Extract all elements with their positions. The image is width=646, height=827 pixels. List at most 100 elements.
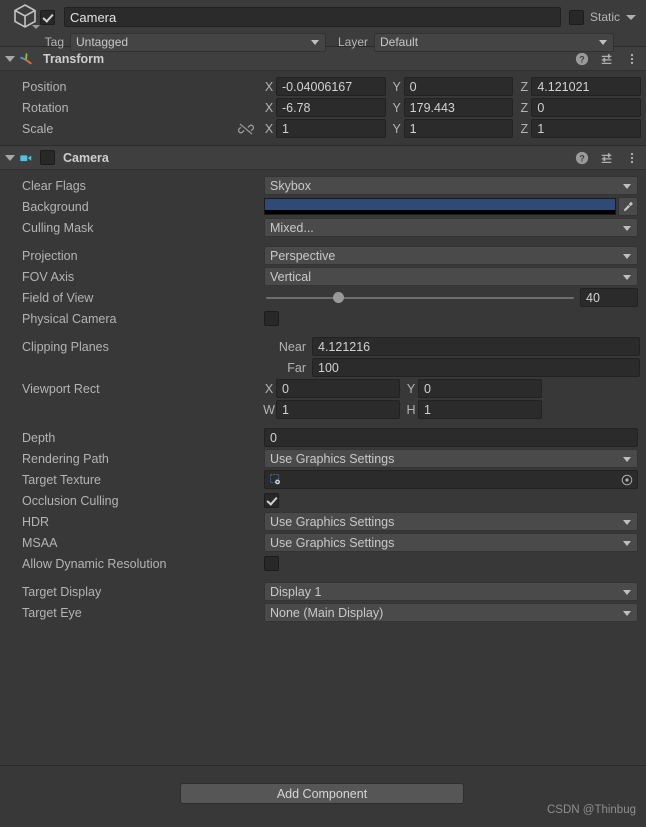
chevron-down-icon bbox=[623, 225, 631, 231]
viewport-x-value: 0 bbox=[282, 381, 289, 396]
depth-row: Depth 0 bbox=[0, 427, 646, 448]
rotation-x-input[interactable]: -6.78 bbox=[276, 98, 386, 117]
fov-axis-row: FOV Axis Vertical bbox=[0, 266, 646, 287]
near-label: Near bbox=[278, 339, 306, 354]
far-value: 100 bbox=[318, 360, 339, 375]
camera-foldout-icon[interactable] bbox=[5, 154, 15, 161]
layer-label: Layer bbox=[337, 35, 368, 49]
fov-axis-dropdown[interactable]: Vertical bbox=[264, 267, 638, 286]
tag-layer-row: Tag Untagged Layer Default bbox=[8, 32, 638, 52]
background-color-swatch[interactable] bbox=[264, 198, 616, 215]
three-dot-menu-icon[interactable] bbox=[625, 151, 639, 165]
preset-sliders-icon[interactable] bbox=[600, 151, 614, 165]
position-y-value: 0 bbox=[409, 79, 417, 94]
inspector-footer: Add Component CSDN @Thinbug bbox=[0, 765, 646, 827]
background-row: Background bbox=[0, 196, 646, 217]
target-texture-row: Target Texture bbox=[0, 469, 646, 490]
hdr-label: HDR bbox=[22, 514, 50, 529]
transform-body: Position X -0.04006167 Y 0 Z 4.121021 Ro… bbox=[0, 71, 646, 145]
allow-dynamic-resolution-label: Allow Dynamic Resolution bbox=[22, 556, 167, 571]
rendering-path-dropdown[interactable]: Use Graphics Settings bbox=[264, 449, 638, 468]
axis-x-label: X bbox=[264, 121, 274, 136]
slider-handle[interactable] bbox=[332, 292, 344, 303]
clear-flags-row: Clear Flags Skybox bbox=[0, 175, 646, 196]
target-eye-dropdown[interactable]: None (Main Display) bbox=[264, 603, 638, 622]
projection-dropdown[interactable]: Perspective bbox=[264, 246, 638, 265]
axis-z-label: Z bbox=[520, 121, 529, 136]
viewport-rect-label: Viewport Rect bbox=[22, 381, 100, 396]
rotation-x-value: -6.78 bbox=[282, 100, 311, 115]
viewport-rect-xy-row: Viewport Rect X 0 Y 0 bbox=[0, 378, 646, 399]
preset-sliders-icon[interactable] bbox=[600, 52, 614, 66]
gameobject-enabled-checkbox[interactable] bbox=[40, 9, 55, 25]
hdr-dropdown[interactable]: Use Graphics Settings bbox=[264, 512, 638, 531]
eyedropper-icon bbox=[623, 201, 633, 211]
gameobject-name-row: Camera Static bbox=[8, 4, 638, 29]
transform-gizmo-icon bbox=[20, 52, 32, 64]
eyedropper-button[interactable] bbox=[618, 197, 638, 216]
physical-camera-checkbox[interactable] bbox=[264, 311, 279, 326]
three-dot-menu-icon[interactable] bbox=[625, 52, 639, 66]
layer-dropdown[interactable]: Default bbox=[374, 32, 614, 52]
chevron-down-icon bbox=[623, 519, 631, 525]
cube-dropdown-caret-icon[interactable] bbox=[32, 25, 40, 29]
gameobject-name-input[interactable]: Camera bbox=[64, 7, 561, 27]
position-x-input[interactable]: -0.04006167 bbox=[276, 77, 386, 96]
field-of-view-slider[interactable] bbox=[264, 288, 576, 307]
viewport-y-input[interactable]: 0 bbox=[418, 379, 542, 398]
depth-input[interactable]: 0 bbox=[264, 428, 638, 447]
axis-x-label: X bbox=[264, 100, 274, 115]
rotation-z-value: 0 bbox=[537, 100, 545, 115]
msaa-value: Use Graphics Settings bbox=[270, 535, 395, 550]
clear-flags-value: Skybox bbox=[270, 178, 311, 193]
camera-enabled-checkbox[interactable] bbox=[40, 150, 55, 165]
camera-header[interactable]: Camera ? bbox=[0, 146, 646, 170]
cube-icon[interactable] bbox=[10, 1, 40, 31]
transform-scale-row: Scale X 1 Y 1 Z 1 bbox=[0, 118, 646, 139]
depth-value: 0 bbox=[270, 430, 277, 445]
near-value: 4.121216 bbox=[318, 339, 371, 354]
allow-dynamic-resolution-checkbox[interactable] bbox=[264, 556, 279, 571]
target-display-row: Target Display Display 1 bbox=[0, 581, 646, 602]
object-picker-icon[interactable] bbox=[621, 474, 633, 486]
clear-flags-dropdown[interactable]: Skybox bbox=[264, 176, 638, 195]
viewport-w-input[interactable]: 1 bbox=[276, 400, 400, 419]
tag-dropdown[interactable]: Untagged bbox=[70, 32, 326, 52]
static-dropdown-caret-icon[interactable] bbox=[626, 14, 636, 20]
scale-z-input[interactable]: 1 bbox=[531, 119, 642, 138]
viewport-h-input[interactable]: 1 bbox=[418, 400, 542, 419]
msaa-dropdown[interactable]: Use Graphics Settings bbox=[264, 533, 638, 552]
add-component-button[interactable]: Add Component bbox=[180, 783, 464, 804]
rotation-z-input[interactable]: 0 bbox=[531, 98, 642, 117]
target-eye-label: Target Eye bbox=[22, 605, 82, 620]
chevron-down-icon bbox=[623, 183, 631, 189]
static-checkbox[interactable] bbox=[568, 9, 584, 25]
clipping-planes-far-row: Far 100 bbox=[0, 357, 646, 378]
broken-link-icon[interactable] bbox=[238, 121, 254, 137]
position-y-input[interactable]: 0 bbox=[403, 77, 514, 96]
depth-label: Depth bbox=[22, 430, 56, 445]
slider-track bbox=[266, 296, 574, 299]
field-of-view-input[interactable]: 40 bbox=[580, 288, 638, 307]
scale-x-input[interactable]: 1 bbox=[276, 119, 386, 138]
far-input[interactable]: 100 bbox=[312, 358, 640, 377]
near-input[interactable]: 4.121216 bbox=[312, 337, 640, 356]
scale-y-value: 1 bbox=[409, 121, 417, 136]
occlusion-culling-checkbox[interactable] bbox=[264, 493, 279, 508]
allow-dynamic-resolution-row: Allow Dynamic Resolution bbox=[0, 553, 646, 574]
background-color-alpha-bar bbox=[265, 210, 615, 214]
transform-foldout-icon[interactable] bbox=[5, 55, 15, 62]
watermark: CSDN @Thinbug bbox=[546, 804, 636, 816]
clipping-planes-near-row: Clipping Planes Near 4.121216 bbox=[0, 336, 646, 357]
help-icon[interactable]: ? bbox=[575, 52, 589, 66]
scale-y-input[interactable]: 1 bbox=[403, 119, 514, 138]
rotation-y-input[interactable]: 179.443 bbox=[403, 98, 514, 117]
culling-mask-dropdown[interactable]: Mixed... bbox=[264, 218, 638, 237]
inspector-panel: Camera Static Tag Untagged Layer Default bbox=[0, 0, 646, 827]
target-display-dropdown[interactable]: Display 1 bbox=[264, 582, 638, 601]
position-z-input[interactable]: 4.121021 bbox=[531, 77, 642, 96]
target-texture-objectfield[interactable] bbox=[264, 470, 638, 489]
viewport-x-input[interactable]: 0 bbox=[276, 379, 400, 398]
help-icon[interactable]: ? bbox=[575, 151, 589, 165]
